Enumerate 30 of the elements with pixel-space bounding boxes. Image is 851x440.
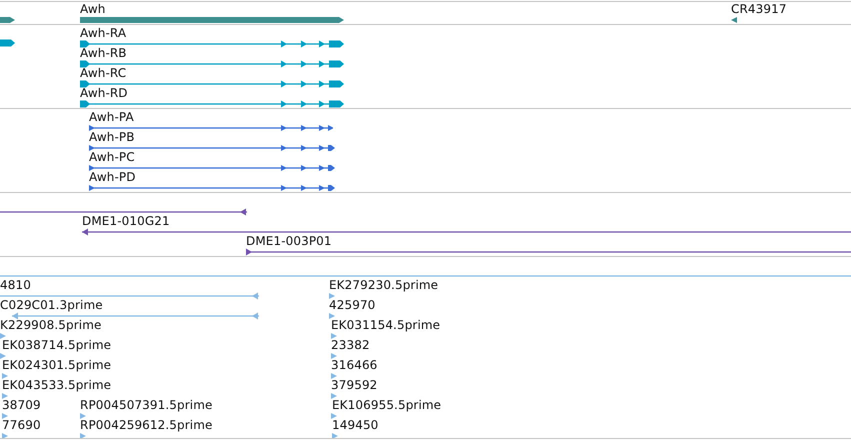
feature-label: EK024301.5prime	[2, 359, 112, 372]
feature-label: Awh-RD	[80, 87, 128, 100]
feature-label: Awh-RC	[80, 67, 126, 80]
feature-label: 77690	[2, 419, 41, 432]
feature-label: Awh-PB	[89, 131, 135, 144]
feature-label: 38709	[2, 399, 41, 412]
feature-label: Awh-PA	[89, 111, 134, 124]
feature-label: 149450	[332, 419, 378, 432]
feature-label: EK279230.5prime	[329, 279, 438, 292]
feature-label: RP004259612.5prime	[80, 419, 212, 432]
feature-label: EK106955.5prime	[332, 399, 442, 412]
feature-label: 4810	[0, 279, 31, 292]
feature-label: DME1-003P01	[246, 235, 332, 248]
feature-label: RP004507391.5prime	[80, 399, 212, 412]
feature-label: 316466	[331, 359, 378, 372]
feature-label: Awh-RB	[80, 47, 127, 60]
feature-label: DME1-010G21	[82, 215, 170, 228]
feature-label: 425970	[329, 299, 376, 312]
feature-label: 23382	[331, 339, 370, 352]
feature-label: K229908.5prime	[0, 319, 102, 332]
feature-label: EK043533.5prime	[2, 379, 112, 392]
feature-label: EK031154.5prime	[331, 319, 440, 332]
feature-label: Awh-RA	[80, 27, 126, 40]
feature-label: EK038714.5prime	[2, 339, 112, 352]
feature-label: Awh-PC	[89, 151, 135, 164]
feature-label: 379592	[331, 379, 378, 392]
feature-label: CR43917	[731, 3, 787, 16]
feature-label: Awh-PD	[89, 171, 136, 184]
feature-label: C029C01.3prime	[0, 299, 103, 312]
feature-label: Awh	[80, 3, 106, 16]
